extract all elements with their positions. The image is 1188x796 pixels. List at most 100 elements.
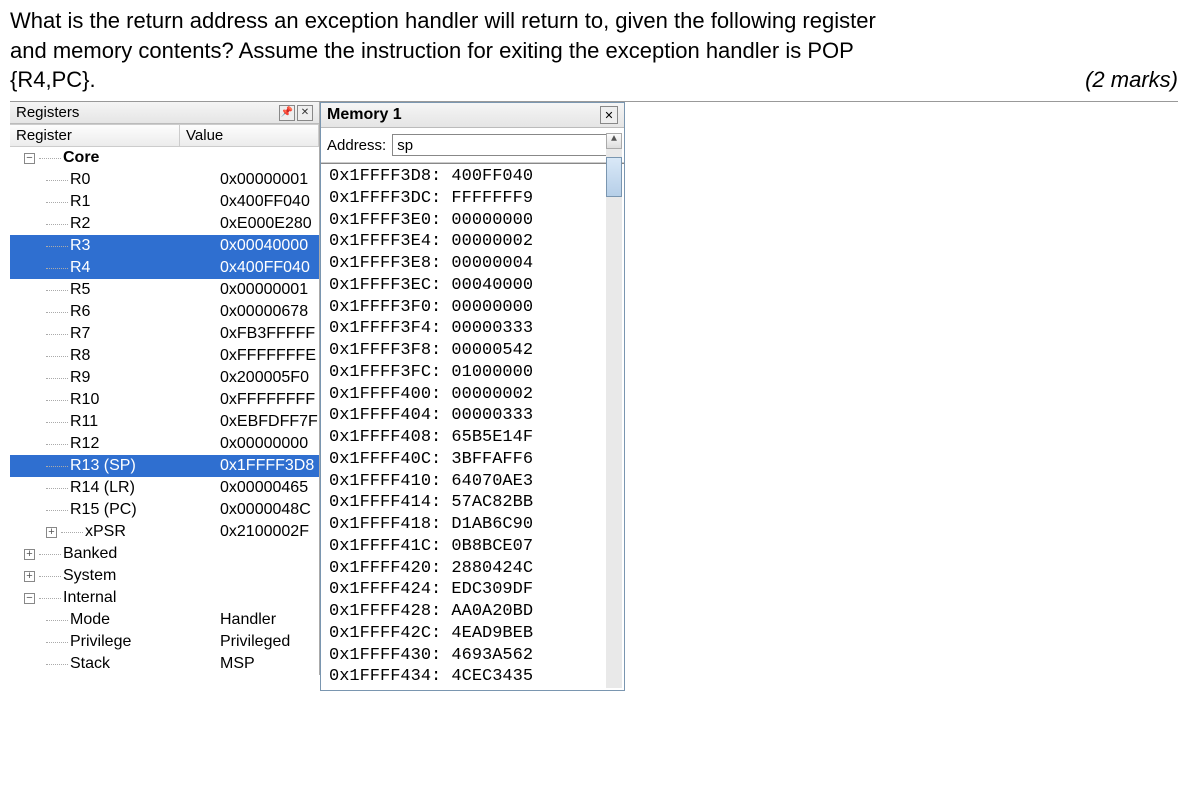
question-line3: {R4,PC}. <box>10 65 96 95</box>
memory-scrollbar[interactable]: ▲ <box>606 133 622 688</box>
register-name: R10 <box>68 391 103 409</box>
internal-value: MSP <box>216 655 319 673</box>
memory-address: 0x1FFFF430: <box>329 646 441 665</box>
group-system[interactable]: + System <box>10 565 319 587</box>
memory-address: 0x1FFFF400: <box>329 385 441 404</box>
collapse-icon[interactable]: − <box>24 153 35 164</box>
register-name-xpsr: xPSR <box>83 523 130 541</box>
expand-icon[interactable]: + <box>24 549 35 560</box>
memory-value: 00000000 <box>451 298 533 317</box>
header-value-col[interactable]: Value <box>180 125 319 146</box>
memory-row: 0x1FFFF408: 65B5E14F <box>329 427 616 449</box>
memory-address-input[interactable] <box>392 134 618 156</box>
memory-address: 0x1FFFF3F8: <box>329 341 441 360</box>
memory-value: AA0A20BD <box>451 602 533 621</box>
register-row[interactable]: R10x400FF040 <box>10 191 319 213</box>
internal-row[interactable]: ModeHandler <box>10 609 319 631</box>
internal-value: Handler <box>216 611 319 629</box>
memory-value: EDC309DF <box>451 580 533 599</box>
group-banked[interactable]: + Banked <box>10 543 319 565</box>
registers-titlebar: Registers 📌 ✕ <box>10 102 319 124</box>
register-value: 0x00000001 <box>216 281 319 299</box>
register-value: 0xEBFDFF7F <box>216 413 319 431</box>
expand-icon[interactable]: + <box>46 527 57 538</box>
memory-value: 00000333 <box>451 319 533 338</box>
collapse-icon[interactable]: − <box>24 593 35 604</box>
memory-row: 0x1FFFF3F0: 00000000 <box>329 297 616 319</box>
register-value: 0x00000001 <box>216 171 319 189</box>
memory-row: 0x1FFFF410: 64070AE3 <box>329 471 616 493</box>
memory-row: 0x1FFFF3E0: 00000000 <box>329 210 616 232</box>
registers-title: Registers <box>16 104 79 121</box>
register-name: R15 (PC) <box>68 501 141 519</box>
memory-value: 65B5E14F <box>451 428 533 447</box>
register-row[interactable]: R14 (LR)0x00000465 <box>10 477 319 499</box>
registers-panel: Registers 📌 ✕ Register Value −Core R00x0… <box>10 102 320 675</box>
memory-value: 00000000 <box>451 211 533 230</box>
register-row[interactable]: R80xFFFFFFFE <box>10 345 319 367</box>
memory-value: 2880424C <box>451 559 533 578</box>
register-row[interactable]: R20xE000E280 <box>10 213 319 235</box>
group-internal[interactable]: −Internal <box>10 587 319 609</box>
register-name: R13 (SP) <box>68 457 140 475</box>
register-row[interactable]: R13 (SP) 0x1FFFF3D8 <box>10 455 319 477</box>
internal-row[interactable]: StackMSP <box>10 653 319 675</box>
register-row-xpsr[interactable]: + xPSR 0x2100002F <box>10 521 319 543</box>
memory-row: 0x1FFFF428: AA0A20BD <box>329 601 616 623</box>
register-value: 0xFFFFFFFF <box>216 391 319 409</box>
group-banked-label: Banked <box>61 545 121 563</box>
group-system-label: System <box>61 567 120 585</box>
memory-value: D1AB6C90 <box>451 515 533 534</box>
memory-row: 0x1FFFF404: 00000333 <box>329 405 616 427</box>
scroll-up-icon[interactable]: ▲ <box>606 133 622 149</box>
memory-value: 64070AE3 <box>451 472 533 491</box>
memory-row: 0x1FFFF42C: 4EAD9BEB <box>329 623 616 645</box>
memory-value: 00000333 <box>451 406 533 425</box>
scroll-thumb[interactable] <box>606 157 622 197</box>
memory-row: 0x1FFFF3D8: 400FF040 <box>329 166 616 188</box>
internal-row[interactable]: PrivilegePrivileged <box>10 631 319 653</box>
memory-address: 0x1FFFF404: <box>329 406 441 425</box>
register-row[interactable]: R50x00000001 <box>10 279 319 301</box>
expand-icon[interactable]: + <box>24 571 35 582</box>
register-value: 0x400FF040 <box>216 193 319 211</box>
register-row[interactable]: R120x00000000 <box>10 433 319 455</box>
memory-title: Memory 1 <box>327 106 402 124</box>
memory-row: 0x1FFFF3E8: 00000004 <box>329 253 616 275</box>
header-register-col[interactable]: Register <box>10 125 180 146</box>
memory-value: 4EAD9BEB <box>451 624 533 643</box>
register-name: R12 <box>68 435 103 453</box>
memory-row: 0x1FFFF418: D1AB6C90 <box>329 514 616 536</box>
register-row[interactable]: R10 0xFFFFFFFF <box>10 389 319 411</box>
register-row[interactable]: R110xEBFDFF7F <box>10 411 319 433</box>
memory-address: 0x1FFFF3EC: <box>329 276 441 295</box>
memory-row: 0x1FFFF40C: 3BFFAFF6 <box>329 449 616 471</box>
memory-address: 0x1FFFF3E0: <box>329 211 441 230</box>
memory-value: 400FF040 <box>451 167 533 186</box>
register-row[interactable]: R60x00000678 <box>10 301 319 323</box>
memory-row: 0x1FFFF3EC: 00040000 <box>329 275 616 297</box>
memory-address: 0x1FFFF410: <box>329 472 441 491</box>
close-icon[interactable]: ✕ <box>297 105 313 121</box>
register-row[interactable]: R90x200005F0 <box>10 367 319 389</box>
memory-titlebar: Memory 1 ✕ <box>321 103 624 128</box>
register-row[interactable]: R40x400FF040 <box>10 257 319 279</box>
memory-row: 0x1FFFF400: 00000002 <box>329 384 616 406</box>
register-row[interactable]: R30x00040000 <box>10 235 319 257</box>
register-row[interactable]: R00x00000001 <box>10 169 319 191</box>
memory-address: 0x1FFFF418: <box>329 515 441 534</box>
register-row[interactable]: R70xFB3FFFFF <box>10 323 319 345</box>
register-value-xpsr: 0x2100002F <box>216 523 319 541</box>
memory-row: 0x1FFFF420: 2880424C <box>329 558 616 580</box>
register-value: 0x400FF040 <box>216 259 319 277</box>
register-row[interactable]: R15 (PC)0x0000048C <box>10 499 319 521</box>
pin-icon[interactable]: 📌 <box>279 105 295 121</box>
register-name: R7 <box>68 325 94 343</box>
close-icon[interactable]: ✕ <box>600 106 618 124</box>
group-core[interactable]: −Core <box>10 147 319 169</box>
register-value: 0x1FFFF3D8 <box>216 457 319 475</box>
memory-row: 0x1FFFF3DC: FFFFFFF9 <box>329 188 616 210</box>
memory-value: 4CEC3435 <box>451 667 533 686</box>
memory-value: 3BFFAFF6 <box>451 450 533 469</box>
memory-address: 0x1FFFF408: <box>329 428 441 447</box>
